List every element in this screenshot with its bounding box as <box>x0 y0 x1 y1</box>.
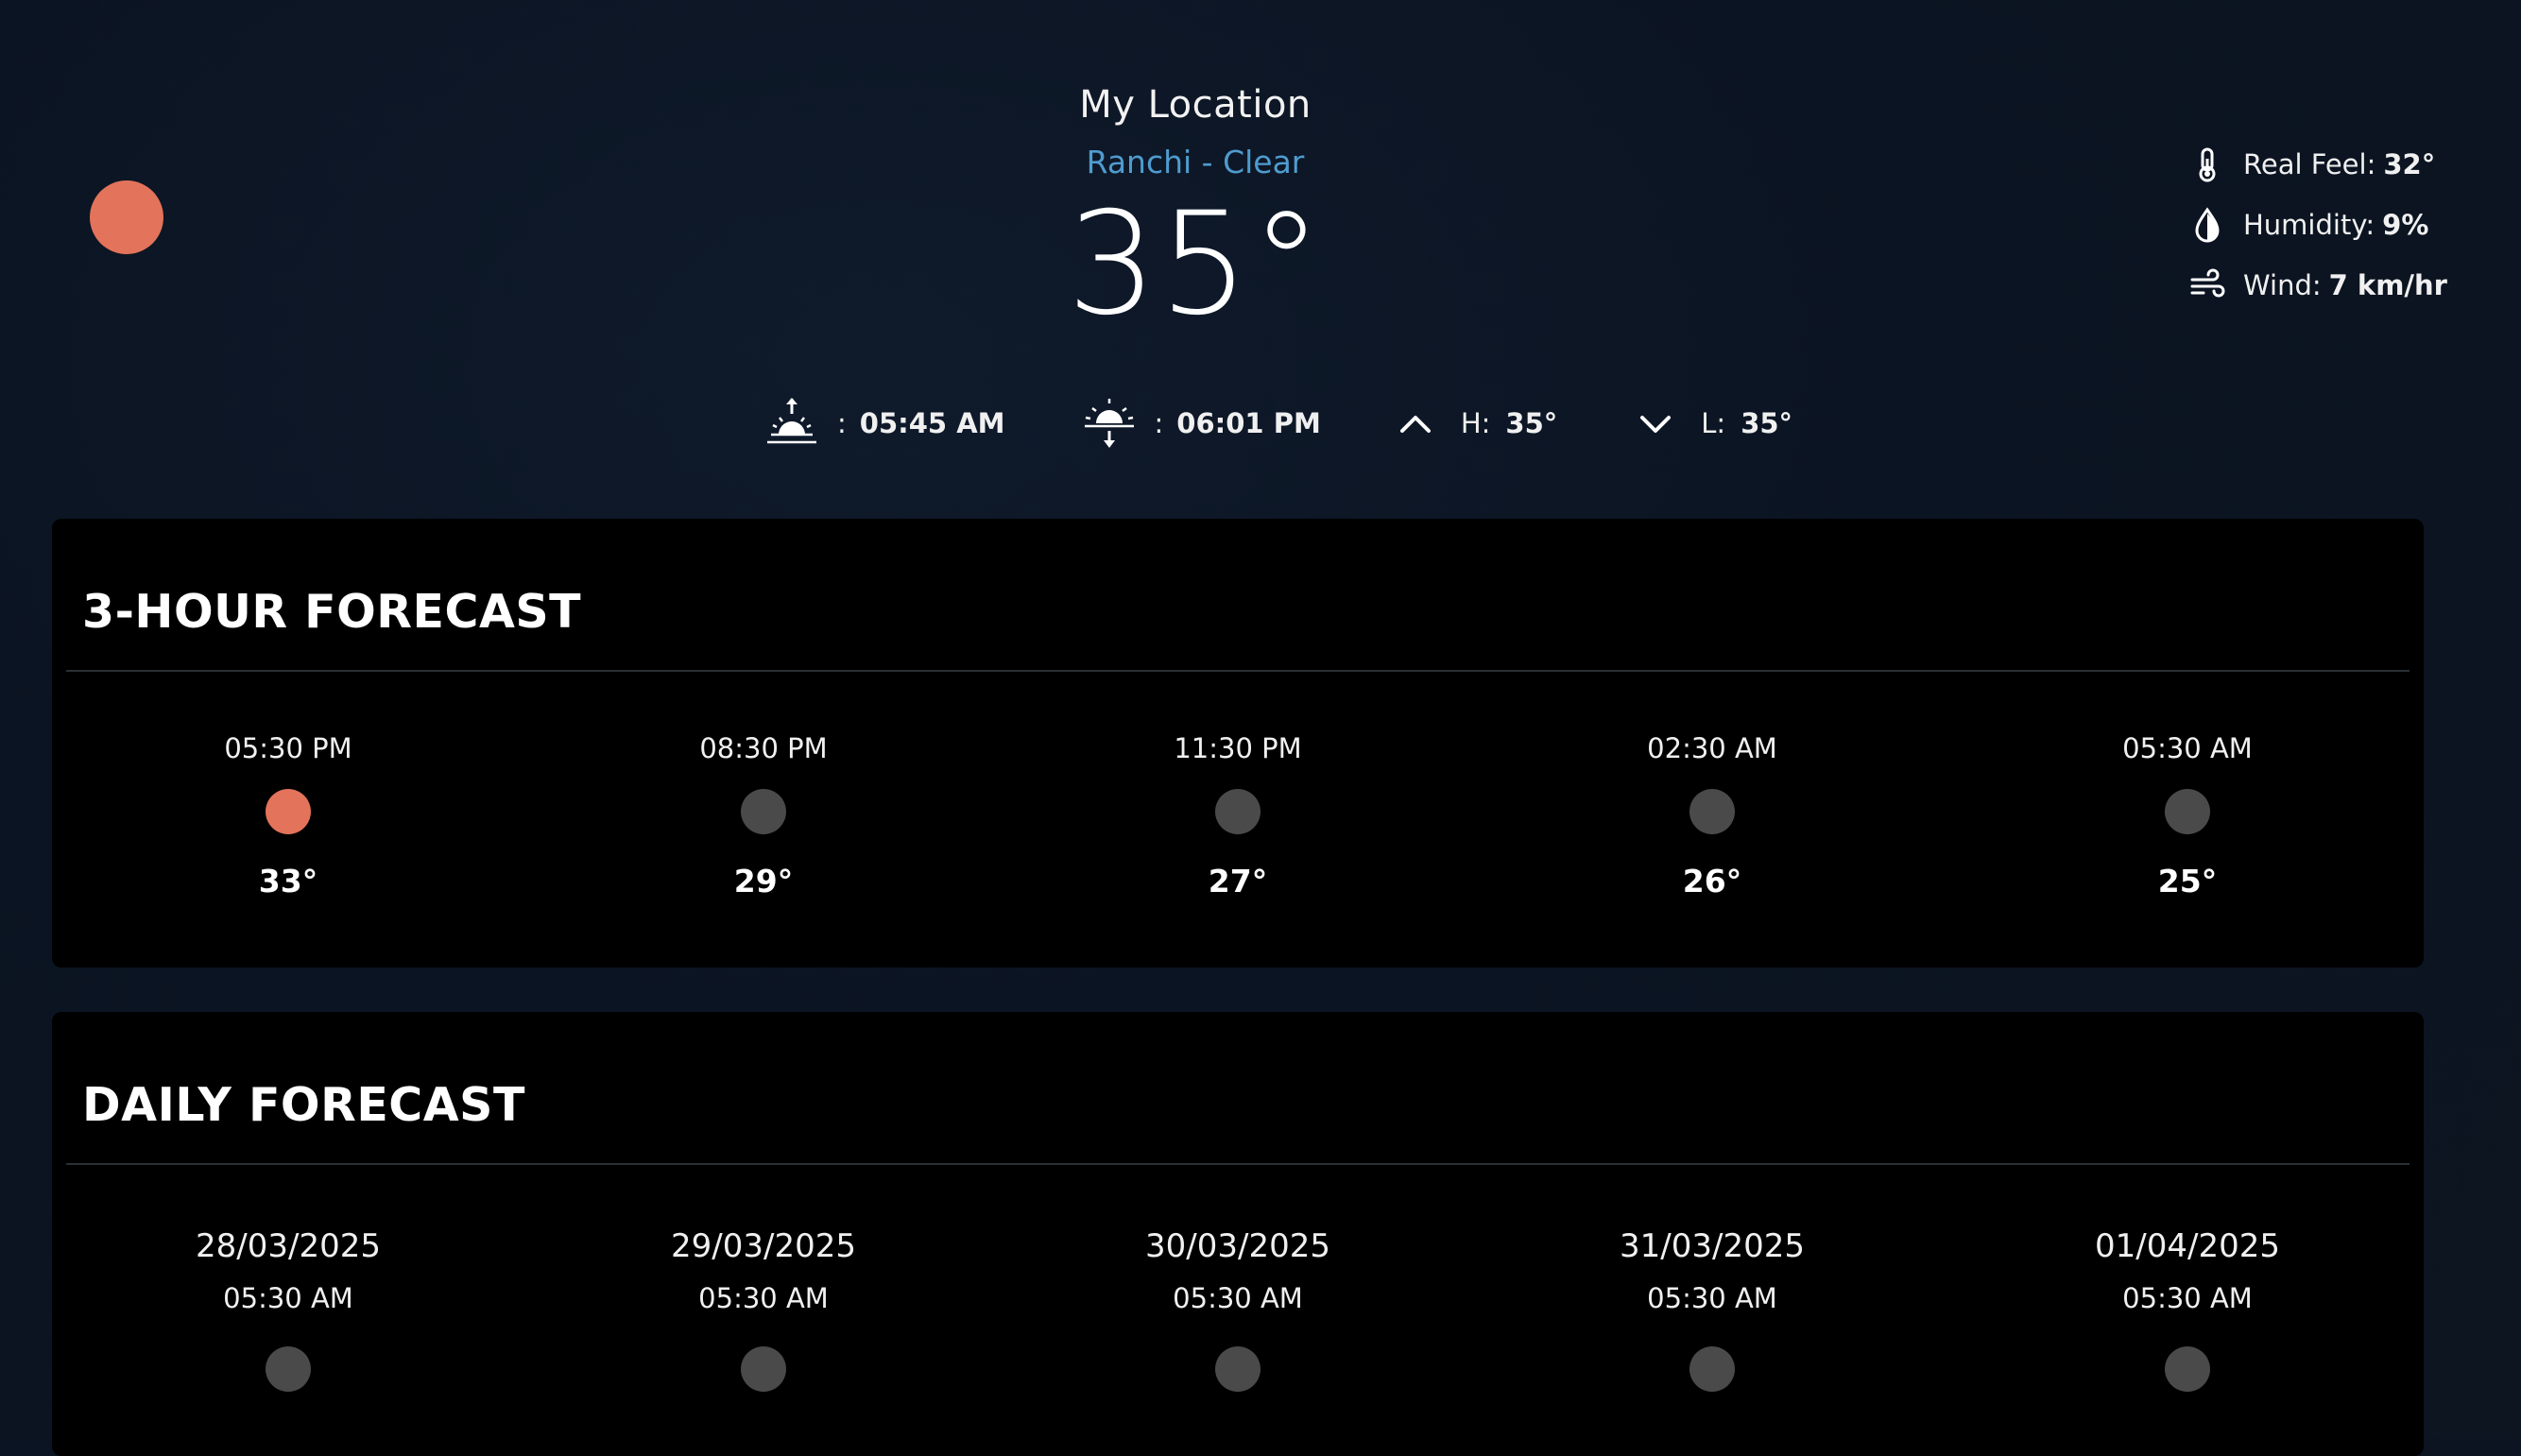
daily-item: 29/03/2025 05:30 AM <box>575 1227 952 1392</box>
daily-date: 29/03/2025 <box>671 1227 856 1265</box>
daily-time: 05:30 AM <box>2122 1282 2253 1314</box>
sun-icon <box>266 789 311 834</box>
high-temp: H: 35° <box>1397 404 1557 442</box>
droplet-icon <box>2195 207 2220 243</box>
daily-item: 01/04/2025 05:30 AM <box>1998 1227 2376 1392</box>
real-feel-row: Real Feel: 32° <box>2188 134 2447 195</box>
moon-icon <box>1215 789 1260 834</box>
divider <box>66 1163 2410 1165</box>
sunset-colon: : <box>1154 407 1164 439</box>
hourly-temp: 25° <box>2157 863 2218 899</box>
daily-date: 31/03/2025 <box>1620 1227 1805 1265</box>
daily-time: 05:30 AM <box>1647 1282 1777 1314</box>
wind-value: 7 km/hr <box>2328 269 2447 301</box>
hourly-item: 08:30 PM 29° <box>575 732 952 899</box>
hourly-forecast-card: 3-HOUR FORECAST 05:30 PM 33° 08:30 PM 29… <box>52 519 2424 968</box>
hourly-item: 05:30 PM 33° <box>99 732 477 899</box>
low-temp: L: 35° <box>1637 404 1792 442</box>
chevron-up-icon <box>1399 416 1431 433</box>
daily-date: 30/03/2025 <box>1145 1227 1330 1265</box>
humidity-value: 9% <box>2382 209 2429 241</box>
daily-item: 30/03/2025 05:30 AM <box>1049 1227 1427 1392</box>
humidity-row: Humidity: 9% <box>2188 195 2447 255</box>
daily-time: 05:30 AM <box>223 1282 353 1314</box>
moon-icon <box>741 1346 786 1392</box>
high-label: H: <box>1460 407 1491 439</box>
current-temperature: 35° <box>1067 182 1324 347</box>
hourly-item: 11:30 PM 27° <box>1049 732 1427 899</box>
moon-icon <box>2165 1346 2210 1392</box>
humidity-label: Humidity: <box>2243 209 2375 241</box>
daily-time: 05:30 AM <box>1173 1282 1303 1314</box>
real-feel-label: Real Feel: <box>2243 148 2376 180</box>
moon-icon <box>1689 1346 1735 1392</box>
daily-forecast-card: DAILY FORECAST 28/03/2025 05:30 AM 29/03… <box>52 1012 2424 1456</box>
location-condition: Ranchi - Clear <box>1086 144 1305 180</box>
wind-icon <box>2190 268 2225 298</box>
hourly-time: 08:30 PM <box>699 732 828 764</box>
divider <box>66 670 2410 672</box>
wind-label: Wind: <box>2243 269 2322 301</box>
hourly-item: 02:30 AM 26° <box>1523 732 1901 899</box>
sun-highlow-bar: : 05:45 AM : 06:01 PM H: 35° L: 35° <box>763 395 1872 452</box>
hourly-item: 05:30 AM 25° <box>1998 732 2376 899</box>
thermometer-icon <box>2199 147 2216 182</box>
hourly-time: 02:30 AM <box>1647 732 1777 764</box>
weather-details: Real Feel: 32° Humidity: 9% Wind: 7 km/h… <box>2188 134 2447 316</box>
real-feel-value: 32° <box>2383 148 2436 180</box>
sunset: : 06:01 PM <box>1081 395 1321 452</box>
sunrise: : 05:45 AM <box>763 395 1005 452</box>
sunset-time: 06:01 PM <box>1176 407 1321 439</box>
daily-forecast-title: DAILY FORECAST <box>82 1078 525 1132</box>
sunset-icon <box>1084 399 1134 448</box>
sunrise-icon <box>767 398 816 444</box>
daily-date: 01/04/2025 <box>2095 1227 2280 1265</box>
hourly-forecast-title: 3-HOUR FORECAST <box>82 585 582 639</box>
daily-time: 05:30 AM <box>698 1282 829 1314</box>
sunrise-time: 05:45 AM <box>859 407 1005 439</box>
moon-icon <box>1689 789 1735 834</box>
low-label: L: <box>1701 407 1726 439</box>
hourly-time: 05:30 AM <box>2122 732 2253 764</box>
daily-date: 28/03/2025 <box>196 1227 381 1265</box>
hourly-temp: 29° <box>733 863 794 899</box>
location-title: My Location <box>1079 83 1312 127</box>
moon-icon <box>1215 1346 1260 1392</box>
hourly-temp: 27° <box>1208 863 1268 899</box>
moon-icon <box>2165 789 2210 834</box>
moon-icon <box>266 1346 311 1392</box>
hourly-temp: 33° <box>258 863 318 899</box>
current-weather-header: My Location Ranchi - Clear 35° <box>0 83 2391 335</box>
hourly-temp: 26° <box>1682 863 1742 899</box>
daily-item: 31/03/2025 05:30 AM <box>1523 1227 1901 1392</box>
sunrise-colon: : <box>837 407 847 439</box>
chevron-down-icon <box>1640 416 1672 433</box>
hourly-time: 11:30 PM <box>1174 732 1302 764</box>
daily-item: 28/03/2025 05:30 AM <box>99 1227 477 1392</box>
wind-row: Wind: 7 km/hr <box>2188 255 2447 316</box>
moon-icon <box>741 789 786 834</box>
hourly-time: 05:30 PM <box>224 732 352 764</box>
low-value: 35° <box>1741 407 1793 439</box>
high-value: 35° <box>1505 407 1558 439</box>
